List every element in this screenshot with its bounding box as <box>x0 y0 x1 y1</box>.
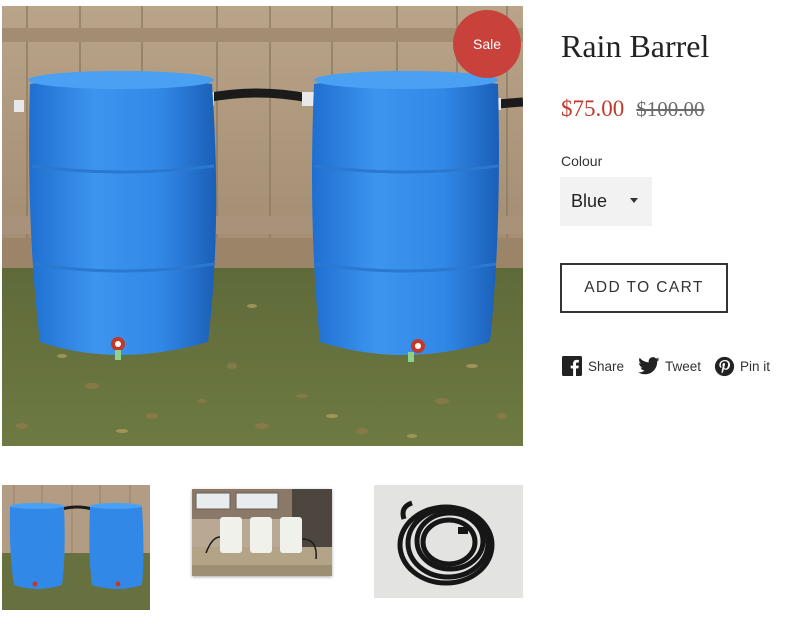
price-row: $75.00 $100.00 <box>561 96 705 122</box>
compare-at-price: $100.00 <box>636 97 705 121</box>
product-title: Rain Barrel <box>561 28 710 64</box>
tweet-label: Tweet <box>665 358 702 374</box>
colour-select[interactable]: Blue <box>560 177 652 226</box>
colour-label: Colour <box>561 153 603 169</box>
thumbnail-hose[interactable] <box>374 485 523 598</box>
add-to-cart-button[interactable]: ADD TO CART <box>560 263 728 313</box>
product-main-image[interactable] <box>2 6 523 446</box>
tweet-link[interactable]: Tweet <box>638 355 701 377</box>
thumbnail-blue-barrels[interactable] <box>2 485 150 610</box>
caret-down-icon <box>630 198 638 203</box>
pinterest-icon <box>713 355 735 377</box>
facebook-icon <box>561 355 583 377</box>
sale-badge: Sale <box>453 10 521 78</box>
share-facebook-link[interactable]: Share <box>561 355 624 377</box>
share-label: Share <box>588 358 625 374</box>
colour-selected-value: Blue <box>571 191 608 211</box>
pin-it-link[interactable]: Pin it <box>713 355 770 377</box>
sale-price: $75.00 <box>561 96 625 121</box>
pin-it-label: Pin it <box>740 358 771 374</box>
thumbnail-white-barrels[interactable] <box>192 489 332 576</box>
twitter-icon <box>638 355 660 377</box>
